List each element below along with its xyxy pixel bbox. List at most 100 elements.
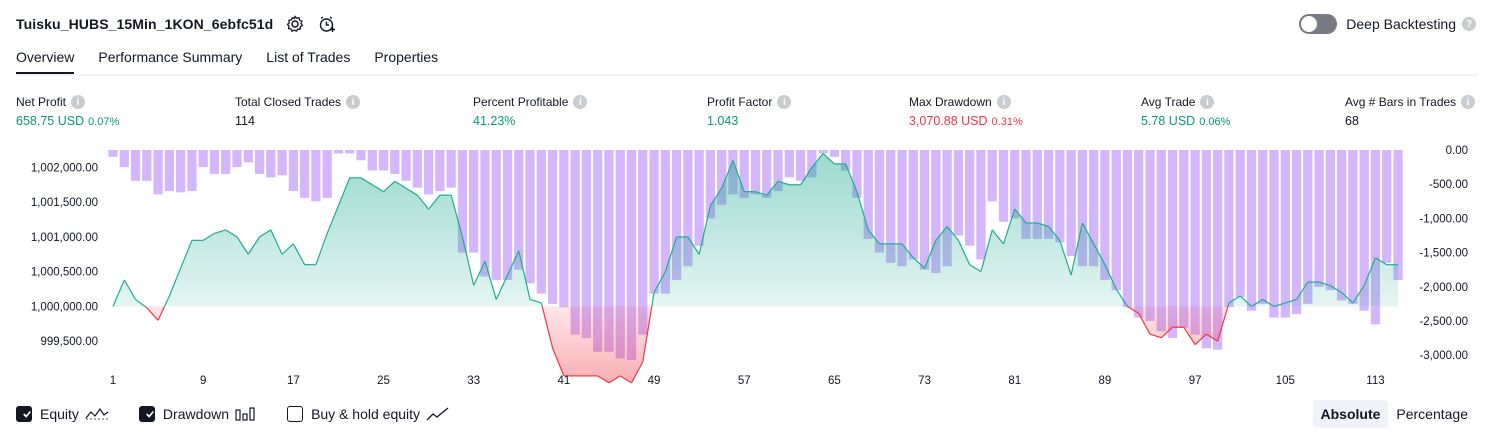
equity-drawdown-chart[interactable]: 1,002,000.00 1,001,500.00 1,001,000.00 1,00… (0, 140, 1494, 395)
drawdown-bar (1010, 150, 1020, 219)
x-axis-tick: 81 (1008, 375, 1021, 387)
tab-bar: Overview Performance Summary List of Tra… (16, 40, 1478, 76)
drawdown-bar (1156, 150, 1166, 332)
drawdown-bar (412, 150, 422, 188)
drawdown-bar (367, 150, 377, 171)
x-axis-tick: 1 (110, 375, 116, 387)
metric-label: Percent Profitable (473, 95, 569, 109)
drawdown-bars-icon (235, 407, 255, 421)
percentage-button[interactable]: Percentage (1388, 400, 1476, 428)
metric-net-profit: Net Profit i 658.75 USD 0.07% (16, 94, 119, 130)
drawdown-bar (1055, 150, 1065, 243)
left-axis-tick: 999,500.00 (40, 336, 98, 348)
drawdown-bar (164, 150, 174, 192)
metric-percent-profitable: Percent Profitable i 41.23% (473, 94, 588, 130)
drawdown-bar (1314, 150, 1324, 287)
right-axis-tick: -1,500.00 (1419, 248, 1468, 260)
metric-value: 68 (1345, 114, 1359, 128)
left-axis-tick: 1,001,500.00 (31, 197, 98, 209)
help-icon[interactable]: i (996, 95, 1011, 109)
drawdown-bar (502, 150, 513, 280)
drawdown-bar (119, 150, 129, 168)
legend-equity-label: Equity (40, 406, 79, 422)
drawdown-bar (987, 150, 997, 202)
drawdown-bar (649, 150, 659, 294)
drawdown-bar (187, 150, 197, 192)
metric-avg-bars-in-trades: Avg # Bars in Trades i 68 (1345, 94, 1476, 130)
settings-icon[interactable] (285, 14, 305, 34)
tab-properties[interactable]: Properties (374, 40, 438, 72)
x-axis-tick: 49 (648, 375, 661, 387)
equity-line-icon (85, 407, 109, 420)
legend-drawdown-label: Drawdown (162, 406, 230, 422)
drawdown-bar (1382, 150, 1392, 263)
help-icon[interactable]: i (1461, 95, 1476, 109)
x-axis-tick: 113 (1366, 375, 1384, 387)
drawdown-bar (1258, 150, 1268, 304)
x-axis-tick: 97 (1189, 375, 1202, 387)
help-icon[interactable]: i (1200, 95, 1215, 109)
drawdown-bar (1145, 150, 1155, 321)
drawdown-bar (1134, 150, 1144, 318)
drawdown-bar (176, 150, 186, 193)
drawdown-bar (300, 150, 310, 198)
chart-legend: Equity Drawdown Buy & hold equity (16, 403, 480, 425)
metric-percent: 0.06% (1199, 116, 1231, 128)
deep-backtesting: Deep Backtesting ? (1299, 12, 1476, 36)
drawdown-bar (390, 150, 400, 174)
drawdown-bar (1122, 150, 1133, 308)
equity-checkbox[interactable] (16, 406, 32, 422)
tab-performance-summary[interactable]: Performance Summary (98, 40, 242, 72)
help-icon[interactable]: i (71, 95, 86, 109)
metric-value: 658.75 USD (16, 114, 85, 128)
absolute-button[interactable]: Absolute (1312, 400, 1389, 428)
metric-percent: 0.31% (991, 116, 1023, 128)
deep-backtesting-toggle[interactable] (1299, 14, 1338, 34)
x-axis-tick: 9 (200, 375, 206, 387)
drawdown-bar (243, 150, 253, 163)
drawdown-bar (976, 150, 986, 260)
help-icon[interactable]: ? (1462, 17, 1476, 31)
drawdown-bar (874, 150, 885, 253)
drawdown-bar (221, 150, 231, 174)
drawdown-bar (1111, 150, 1121, 291)
metric-percent: 0.07% (88, 116, 120, 128)
right-axis-tick: 0.00 (1446, 145, 1468, 157)
drawdown-bar (1235, 150, 1245, 298)
drawdown-bar (345, 150, 355, 154)
drawdown-bar (1303, 150, 1313, 304)
x-axis-tick: 57 (738, 375, 751, 387)
drawdown-bar (142, 150, 152, 181)
equity-line-segment (540, 302, 543, 307)
add-alert-icon[interactable] (317, 14, 337, 34)
legend-drawdown[interactable]: Drawdown (138, 406, 257, 422)
legend-buy-hold[interactable]: Buy & hold equity (287, 406, 450, 422)
help-icon[interactable]: i (573, 95, 588, 109)
metric-total-closed-trades: Total Closed Trades i 114 (235, 94, 361, 130)
tab-list-of-trades[interactable]: List of Trades (266, 40, 350, 72)
x-axis-tick: 89 (1099, 375, 1112, 387)
buy-hold-checkbox[interactable] (287, 406, 304, 422)
x-axis-tick: 65 (828, 375, 841, 387)
left-axis-tick: 1,002,000.00 (31, 162, 98, 174)
drawdown-checkbox[interactable] (138, 406, 155, 422)
legend-equity[interactable]: Equity (16, 406, 109, 422)
help-icon[interactable]: i (777, 95, 792, 109)
strategy-header: Tuisku_HUBS_15Min_1KON_6ebfc51d (16, 12, 337, 36)
drawdown-bar (1280, 150, 1290, 318)
tab-overview[interactable]: Overview (16, 40, 75, 74)
drawdown-bar (491, 150, 501, 280)
drawdown-bar (1337, 150, 1347, 301)
drawdown-bar (525, 150, 535, 284)
drawdown-bar (254, 150, 265, 174)
help-icon[interactable]: i (346, 95, 361, 109)
metric-value: 5.78 USD (1141, 114, 1196, 128)
left-axis-tick: 1,001,000.00 (31, 232, 98, 244)
view-mode-toggle: Absolute Percentage (1312, 400, 1477, 428)
drawdown-bar (1291, 150, 1302, 315)
drawdown-bar (694, 150, 704, 246)
drawdown-bar (1393, 150, 1403, 280)
right-axis-tick: -2,000.00 (1419, 282, 1468, 294)
drawdown-bar (322, 150, 332, 198)
metric-avg-trade: Avg Trade i 5.78 USD 0.06% (1141, 94, 1230, 130)
